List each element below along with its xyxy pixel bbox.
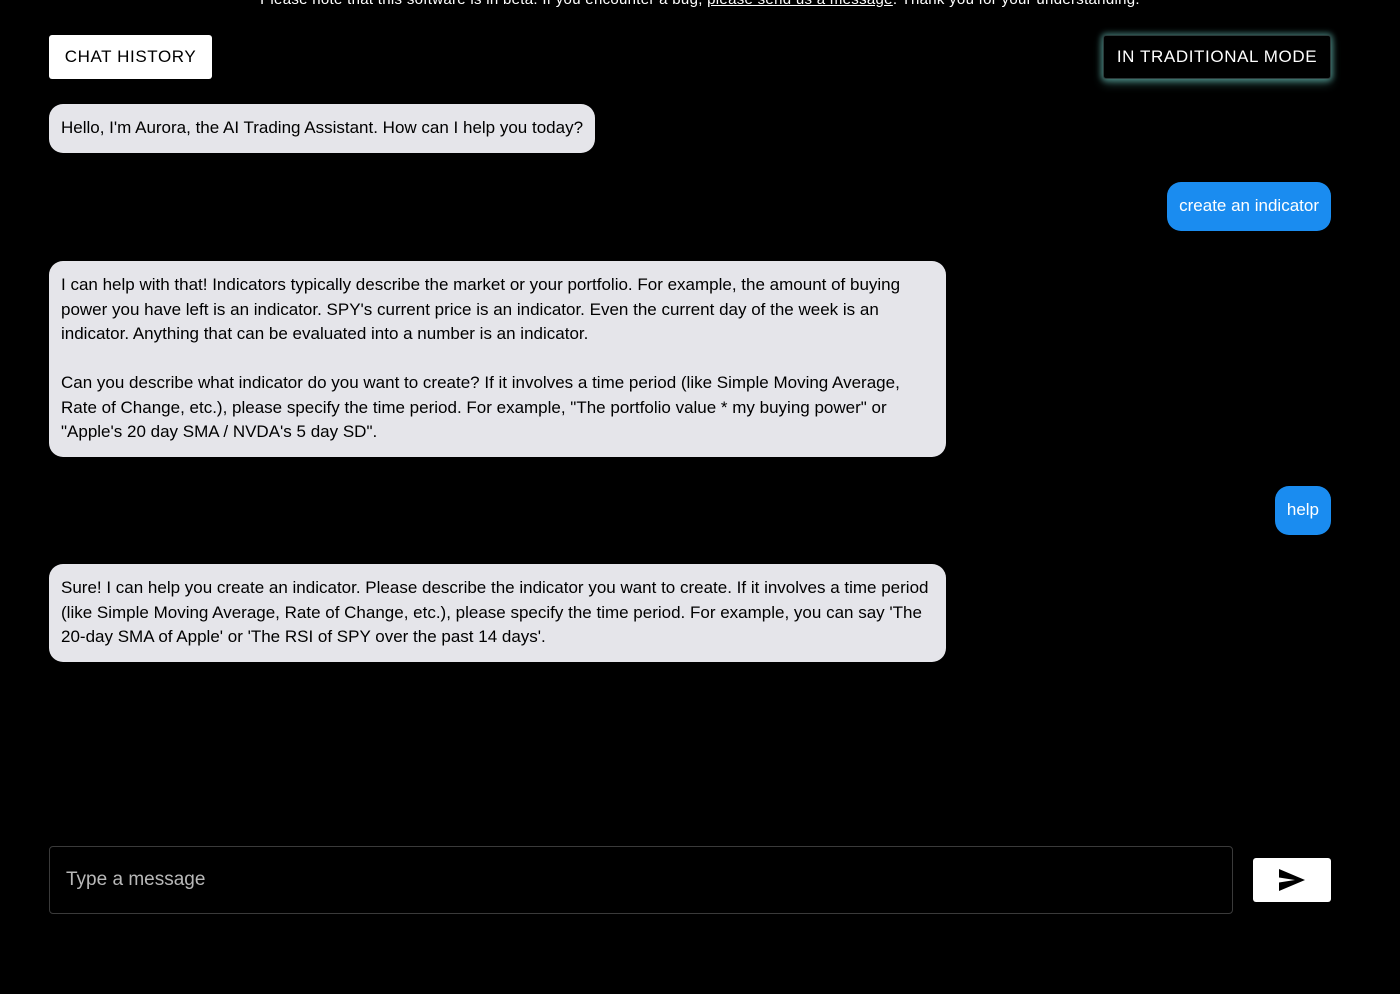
assistant-message: Hello, I'm Aurora, the AI Trading Assist… <box>49 104 596 153</box>
send-icon <box>1279 869 1305 891</box>
chat-history-button[interactable]: CHAT HISTORY <box>49 35 212 79</box>
send-button[interactable] <box>1253 858 1331 902</box>
user-message: help <box>1274 486 1331 535</box>
beta-notice-text-end: . Thank you for your understanding. <box>893 0 1140 8</box>
send-message-link[interactable]: please send us a message <box>707 0 893 8</box>
traditional-mode-button[interactable]: IN TRADITIONAL MODE <box>1103 35 1331 79</box>
user-message: create an indicator <box>1167 182 1331 231</box>
message-input[interactable] <box>50 847 1232 913</box>
message-input-container <box>49 846 1233 914</box>
beta-notice-banner: Please note that this software is in bet… <box>0 0 1400 8</box>
assistant-message: I can help with that! Indicators typical… <box>49 261 946 457</box>
chat-page: Please note that this software is in bet… <box>0 0 1400 994</box>
beta-notice-text: Please note that this software is in bet… <box>260 0 707 8</box>
assistant-message: Sure! I can help you create an indicator… <box>49 564 946 662</box>
